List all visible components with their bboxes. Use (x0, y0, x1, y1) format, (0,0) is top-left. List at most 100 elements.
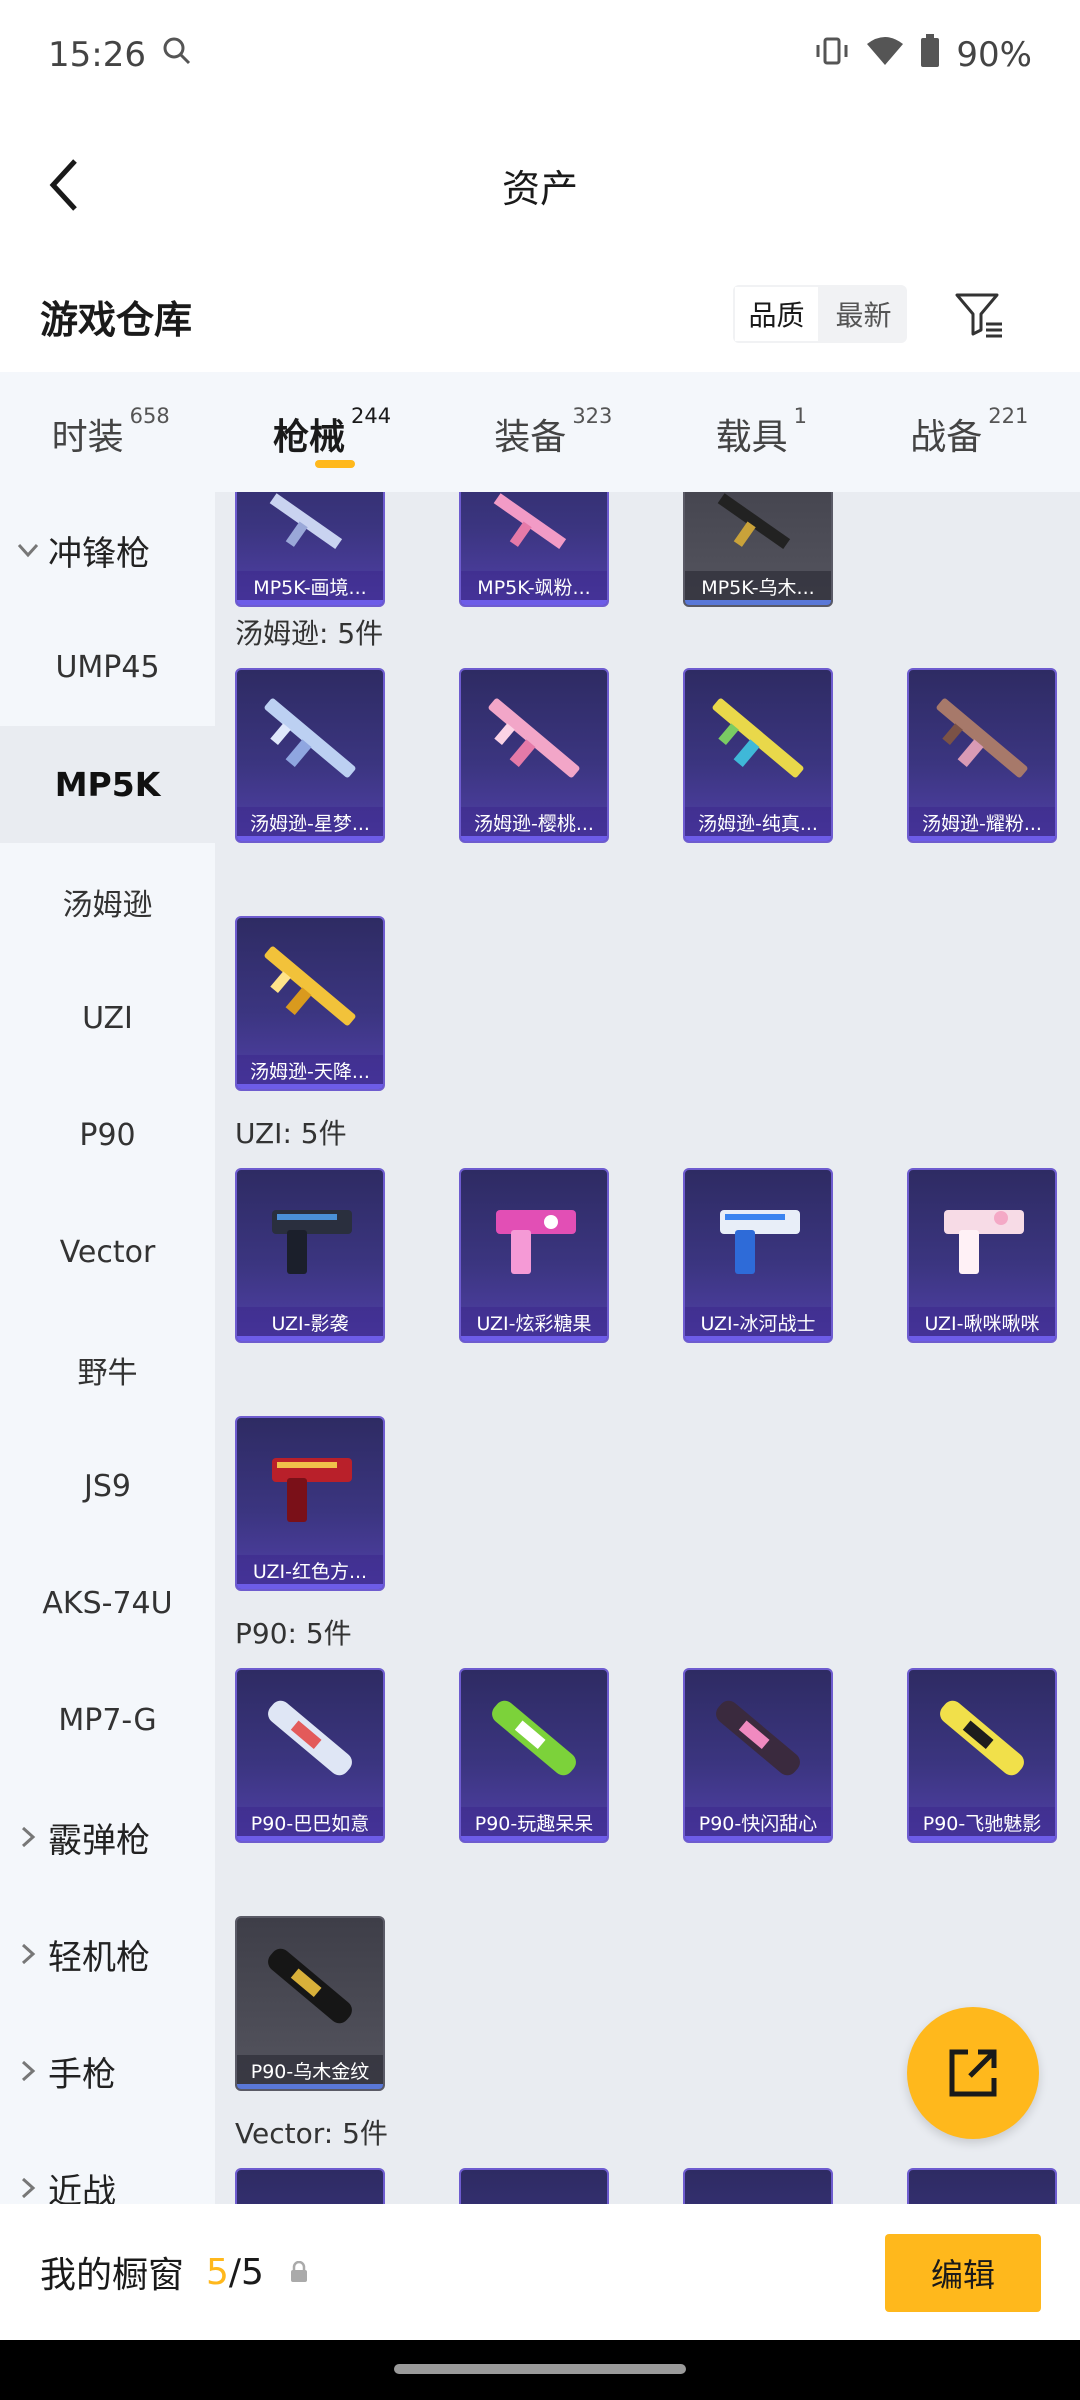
skin-name: UZI-炫彩糖果 (461, 1307, 607, 1341)
chevron-left-icon (49, 159, 77, 211)
chevron-right-icon (21, 1826, 36, 1848)
sidebar-item-smg[interactable]: 冲锋枪 (0, 492, 215, 609)
filter-button[interactable] (944, 280, 1014, 350)
skin-name: P90-乌木金纹 (237, 2055, 383, 2089)
sidebar-item-label: 野牛 (77, 1355, 138, 1391)
group-title: Vector: 5件 (235, 2117, 388, 2150)
skin-name: 汤姆逊-樱桃... (461, 807, 607, 841)
skin-card[interactable]: P90-飞驰魅影 (907, 1668, 1057, 1843)
tab-count: 1 (793, 404, 808, 428)
group-title: 汤姆逊: 5件 (235, 617, 384, 650)
skin-name: UZI-冰河战士 (685, 1307, 831, 1341)
back-button[interactable] (30, 150, 100, 220)
sidebar-item-mp7g[interactable]: MP7-G (0, 1662, 215, 1779)
skin-card[interactable] (683, 2168, 833, 2204)
skin-card[interactable]: MP5K-画境... (235, 492, 385, 607)
chevron-right-icon (21, 2060, 36, 2082)
skin-card[interactable]: MP5K-乌木... (683, 492, 833, 607)
gun-image-icon (264, 698, 356, 778)
gun-image-icon (488, 698, 580, 778)
skin-card[interactable]: 汤姆逊-星梦... (235, 668, 385, 843)
tab-supplies[interactable]: 战备 221 (910, 372, 1028, 492)
skin-card[interactable]: UZI-红色方... (235, 1416, 385, 1591)
sidebar-item-label: 霰弹枪 (48, 1821, 150, 1861)
skin-card[interactable]: P90-巴巴如意 (235, 1668, 385, 1843)
battery-icon (920, 33, 940, 77)
skin-card[interactable]: 汤姆逊-樱桃... (459, 668, 609, 843)
tab-firearms[interactable]: 枪械 244 (273, 372, 391, 492)
skin-card[interactable] (459, 2168, 609, 2204)
sidebar-item-bizon[interactable]: 野牛 (0, 1311, 215, 1428)
sidebar-item-label: P90 (79, 1118, 136, 1153)
gun-image-icon (496, 1210, 576, 1274)
sidebar-item-shotgun[interactable]: 霰弹枪 (0, 1779, 215, 1896)
sidebar-item-label: 冲锋枪 (48, 534, 150, 574)
skin-grid: MP5K-画境... MP5K-飒粉... MP5K-乌木... 汤姆逊: 5件… (215, 492, 1080, 2204)
tab-equipment[interactable]: 装备 323 (494, 372, 612, 492)
sidebar-item-lmg[interactable]: 轻机枪 (0, 1896, 215, 2013)
gun-image-icon (272, 1210, 352, 1274)
skin-card[interactable]: 汤姆逊-天降... (235, 916, 385, 1091)
tab-label: 装备 (494, 417, 567, 458)
filter-icon (955, 293, 1002, 338)
share-button[interactable] (907, 2007, 1039, 2139)
sidebar-item-ump45[interactable]: UMP45 (0, 609, 215, 726)
sort-newest-button[interactable]: 最新 (820, 285, 907, 343)
tab-count: 323 (572, 404, 613, 428)
sort-quality-button[interactable]: 品质 (733, 285, 820, 343)
search-icon (160, 34, 194, 77)
sidebar-item-label: Vector (59, 1235, 156, 1270)
skin-card[interactable]: P90-玩趣呆呆 (459, 1668, 609, 1843)
edit-button[interactable]: 编辑 (885, 2234, 1041, 2312)
sidebar-item-mp5k[interactable]: MP5K (0, 726, 215, 843)
tab-vehicles[interactable]: 载具 1 (716, 372, 807, 492)
external-link-icon (949, 2049, 997, 2097)
skin-card[interactable]: MP5K-飒粉... (459, 492, 609, 607)
skin-card[interactable]: UZI-炫彩糖果 (459, 1168, 609, 1343)
tab-label: 时装 (51, 417, 124, 458)
skin-card[interactable]: UZI-冰河战士 (683, 1168, 833, 1343)
chevron-right-icon (21, 2177, 36, 2199)
skin-name: P90-巴巴如意 (237, 1807, 383, 1841)
group-title: UZI: 5件 (235, 1117, 347, 1150)
skin-card[interactable]: P90-乌木金纹 (235, 1916, 385, 2091)
sidebar-item-label: 汤姆逊 (62, 887, 153, 923)
sidebar-item-label: 近战 (48, 2172, 116, 2204)
sidebar-item-vector[interactable]: Vector (0, 1194, 215, 1311)
sidebar-item-js9[interactable]: JS9 (0, 1428, 215, 1545)
gun-image-icon (493, 493, 567, 549)
showcase-bar: 我的橱窗 5/5 编辑 (0, 2204, 1080, 2340)
sidebar-item-aks74u[interactable]: AKS-74U (0, 1545, 215, 1662)
skin-card[interactable]: 汤姆逊-纯真... (683, 668, 833, 843)
gun-image-icon (716, 1700, 800, 1776)
gun-image-icon (264, 946, 356, 1026)
vibrate-icon (814, 35, 850, 75)
gun-image-icon (712, 698, 804, 778)
sidebar-item-uzi[interactable]: UZI (0, 960, 215, 1077)
tab-fashion[interactable]: 时装 658 (52, 372, 170, 492)
sidebar-item-label: MP7-G (58, 1703, 157, 1738)
skin-card[interactable] (907, 2168, 1057, 2204)
sidebar-item-thompson[interactable]: 汤姆逊 (0, 843, 215, 960)
wifi-icon (866, 35, 904, 75)
sidebar-item-melee[interactable]: 近战 (0, 2130, 215, 2204)
skin-card[interactable]: UZI-啾咪啾咪 (907, 1168, 1057, 1343)
gun-image-icon (940, 1700, 1024, 1776)
sidebar-item-label: 轻机枪 (48, 1938, 150, 1978)
sidebar-item-label: UZI (82, 1001, 133, 1036)
section-header: 游戏仓库 品质 最新 (0, 260, 1080, 372)
tab-count: 658 (129, 404, 170, 428)
page-title: 资产 (501, 166, 578, 211)
showcase-total: /5 (228, 2251, 264, 2293)
skin-card[interactable]: P90-快闪甜心 (683, 1668, 833, 1843)
skin-name: P90-玩趣呆呆 (461, 1807, 607, 1841)
sort-toggle: 品质 最新 (733, 285, 907, 343)
home-gesture-handle[interactable] (394, 2364, 686, 2374)
sidebar-item-p90[interactable]: P90 (0, 1077, 215, 1194)
gun-image-icon (268, 1700, 352, 1776)
skin-card[interactable]: UZI-影袭 (235, 1168, 385, 1343)
sidebar-item-pistol[interactable]: 手枪 (0, 2013, 215, 2130)
skin-card[interactable] (235, 2168, 385, 2204)
skin-card[interactable]: 汤姆逊-耀粉... (907, 668, 1057, 843)
gun-image-icon (492, 1700, 576, 1776)
